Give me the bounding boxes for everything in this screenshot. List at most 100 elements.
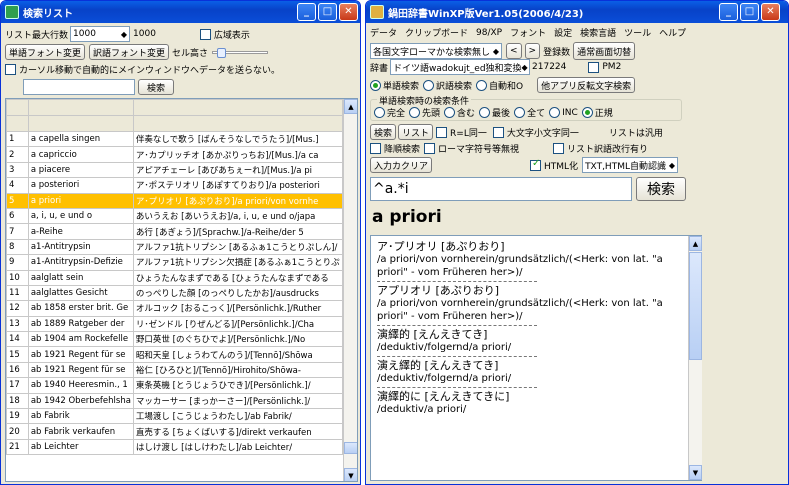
vertical-scrollbar[interactable]: ▲ ▼ xyxy=(343,99,357,481)
table-row[interactable]: 14 ab 1904 am Rockefelle 野口英世 [のぐちひでよ]/[Pe… xyxy=(6,331,357,348)
other-app-search-button[interactable]: 他アプリ反転文字検索 xyxy=(537,77,636,93)
html-combo[interactable]: TXT,HTML自動認識 ◆ xyxy=(582,157,679,173)
scroll-thumb[interactable] xyxy=(344,442,357,454)
scroll-down-button[interactable]: ▼ xyxy=(689,465,702,480)
query-input[interactable]: ^a.*i xyxy=(370,177,632,201)
table-row[interactable]: 19 ab Fabrik 工場渡し [こうじょうわたし]/ab Fabrik/ xyxy=(6,408,357,425)
trans-font-button[interactable]: 訳語フォント変更 xyxy=(89,44,170,60)
table-row[interactable]: 15 ab 1921 Regent für se 昭和天皇 [しょうわてんのう]/[… xyxy=(6,346,357,363)
table-row[interactable]: 5a priori ア･プリオリ [あぷりおり]/a priori/von vor… xyxy=(6,192,357,209)
separator xyxy=(377,281,537,282)
menu-tools[interactable]: ツール xyxy=(624,26,651,39)
prefix-radio[interactable] xyxy=(409,107,421,118)
cell-trans: アルファ1抗トリプシン欠損症 [あるふぁ1こうとりぷ xyxy=(132,254,343,271)
cell-trans: 直売する [ちょくばいする]/direkt verkaufen xyxy=(132,423,343,440)
desc-checkbox[interactable] xyxy=(370,143,381,154)
exact-radio[interactable] xyxy=(374,107,385,118)
list-search-button[interactable]: 検索 xyxy=(138,79,175,95)
contains-radio[interactable] xyxy=(444,107,456,118)
table-row[interactable]: 6 a, i, u, e und o あいうえお [あいうえお]/a, i, u, … xyxy=(6,207,357,225)
table-row[interactable]: 16 ab 1921 Regent für se 裕仁 [ひろひと]/[Tennō]… xyxy=(6,361,357,379)
menu-search-lang[interactable]: 検索言語 xyxy=(580,26,616,39)
table-row[interactable]: 8 a1-Antitrypsin アルファ1抗トリプシン [あるふぁ1こうとりぷしん… xyxy=(6,238,357,256)
table-row[interactable]: 13 ab 1889 Ratgeber der リ･ゼンドル [りぜんどる]/[Pe… xyxy=(6,315,357,333)
normal-screen-button[interactable]: 通常画面切替 xyxy=(573,42,636,60)
table-row[interactable]: 17 ab 1940 Heeresmin., 1 東条英機 [とうじょうひでき]/[… xyxy=(6,377,357,394)
cell-trans: はしけ渡し [はしけわたし]/ab Leichter/ xyxy=(132,438,343,456)
all-radio[interactable] xyxy=(514,107,526,118)
cell-n: 10 xyxy=(6,269,29,286)
table-row[interactable]: 18 ab 1942 Oberbefehlsha マッカーサー [まっかーさー]/[… xyxy=(6,392,357,410)
table-row[interactable]: 2a capriccio ア･カプリッチオ [あかぷりっちお]/[Mus.]/a … xyxy=(6,146,357,163)
roman-ignore-checkbox[interactable] xyxy=(424,143,436,154)
cell-word: aalglatt sein xyxy=(27,269,134,286)
trans-search-radio[interactable] xyxy=(423,79,435,91)
reg-count-value: 217224 xyxy=(532,62,567,72)
scroll-up-button[interactable]: ▲ xyxy=(689,236,702,251)
max-rows-spinner[interactable]: 1000 ◆ xyxy=(70,26,131,42)
inc-radio[interactable] xyxy=(549,107,561,118)
minimize-button[interactable]: _ xyxy=(297,3,316,21)
cell-word: ab 1889 Ratgeber der xyxy=(27,315,134,333)
cell-n: 11 xyxy=(6,284,29,302)
maximize-button[interactable]: □ xyxy=(740,3,759,21)
table-row[interactable]: 7 a-Reihe あ行 [あぎょう]/[Sprachw.]/a-Reihe/der… xyxy=(6,223,357,240)
max-rows-display: 1000 xyxy=(133,29,156,39)
dropdown-icon: ◆ xyxy=(492,46,499,56)
scroll-up-button[interactable]: ▲ xyxy=(344,99,357,114)
menu-98xp[interactable]: 98/XP xyxy=(476,28,502,38)
minimize-button[interactable]: _ xyxy=(719,3,738,21)
r-l-same-checkbox[interactable] xyxy=(436,126,448,138)
menu-font[interactable]: フォント xyxy=(510,26,546,39)
slider-thumb[interactable] xyxy=(217,47,227,58)
close-button[interactable]: ✕ xyxy=(339,3,358,21)
reg-count-label: 登録数 xyxy=(543,47,571,58)
menu-settings[interactable]: 設定 xyxy=(554,26,572,39)
table-row[interactable]: 11 aalglattes Gesicht のっぺりした顔 [のっぺりしたかお]/a… xyxy=(6,284,357,302)
trans-search-label: 訳語検索 xyxy=(436,81,473,92)
scroll-down-button[interactable]: ▼ xyxy=(344,468,357,481)
search-button[interactable]: 検索 xyxy=(370,124,397,140)
result-grid[interactable]: 1a capella singen 伴奏なしで歌う [ばんそうなしでうたう]/[M… xyxy=(5,98,358,482)
list-trans-checkbox[interactable] xyxy=(553,143,565,154)
maximize-button[interactable]: □ xyxy=(318,3,337,21)
word-search-radio[interactable] xyxy=(370,79,381,91)
cell-height-label: セル高さ xyxy=(172,48,209,59)
word-font-button[interactable]: 単語フォント変更 xyxy=(5,44,86,60)
pm2-checkbox[interactable] xyxy=(588,61,600,73)
result-panel[interactable]: ア･プリオリ [あぷりおり] /a priori/von vornherein/… xyxy=(370,235,702,481)
cursor-send-checkbox[interactable] xyxy=(5,64,16,75)
case-checkbox[interactable] xyxy=(492,126,504,138)
table-row[interactable]: 10 aalglatt sein ひょうたんなまずである [ひょうたんなまずである xyxy=(6,269,357,286)
cell-word: a priori xyxy=(27,192,134,209)
suffix-radio[interactable] xyxy=(479,107,491,118)
table-row[interactable]: 1a capella singen 伴奏なしで歌う [ばんそうなしでうたう]/[M… xyxy=(6,130,357,148)
close-button[interactable]: ✕ xyxy=(761,3,780,21)
next-button[interactable]: > xyxy=(524,43,541,59)
list-search-input[interactable] xyxy=(23,79,135,95)
wide-display-checkbox[interactable] xyxy=(199,28,211,40)
table-row[interactable]: 3a piacere アピアチェーレ [あぴあちぇーれ]/[Mus.]/a pi xyxy=(6,161,357,179)
table-row[interactable]: 21 ab Leichter はしけ渡し [はしけわたし]/ab Leichter/ xyxy=(6,438,357,456)
menu-help[interactable]: ヘルプ xyxy=(659,26,686,39)
html-checkbox[interactable] xyxy=(530,158,542,171)
table-row[interactable]: 9 a1-Antitrypsin-Defizie アルファ1抗トリプシン欠損症 [あ… xyxy=(6,254,357,271)
result-scrollbar[interactable]: ▲ ▼ xyxy=(688,236,702,480)
cell-height-slider[interactable] xyxy=(212,47,269,58)
dict-combo[interactable]: ドイツ語wadokujt_ed独和変換 ◆ xyxy=(390,59,531,75)
cell-word: ab 1921 Regent für se xyxy=(27,346,134,363)
regex-radio[interactable] xyxy=(581,107,593,118)
cell-trans: ア･ポステリオリ [あぽすてりおり]/a posteriori xyxy=(132,177,343,194)
scroll-thumb[interactable] xyxy=(689,252,702,360)
menu-clipboard[interactable]: クリップボード xyxy=(405,26,468,39)
lang-combo[interactable]: 各国文字ローマかな検索無し ◆ xyxy=(370,43,502,59)
table-row[interactable]: 4a posteriori ア･ポステリオリ [あぽすてりおり]/a poster… xyxy=(6,177,357,194)
table-row[interactable]: 20 ab Fabrik verkaufen 直売する [ちょくばいする]/dire… xyxy=(6,423,357,440)
list-button[interactable]: リスト xyxy=(398,124,434,140)
auto-radio[interactable] xyxy=(476,79,488,91)
input-clear-button[interactable]: 入力カクリア xyxy=(370,157,433,173)
menu-data[interactable]: データ xyxy=(370,26,397,39)
prev-button[interactable]: < xyxy=(506,43,522,59)
table-row[interactable]: 12 ab 1858 erster brit. Ge オルコック [おるこっく]/[… xyxy=(6,300,357,317)
big-search-button[interactable]: 検索 xyxy=(636,177,686,201)
